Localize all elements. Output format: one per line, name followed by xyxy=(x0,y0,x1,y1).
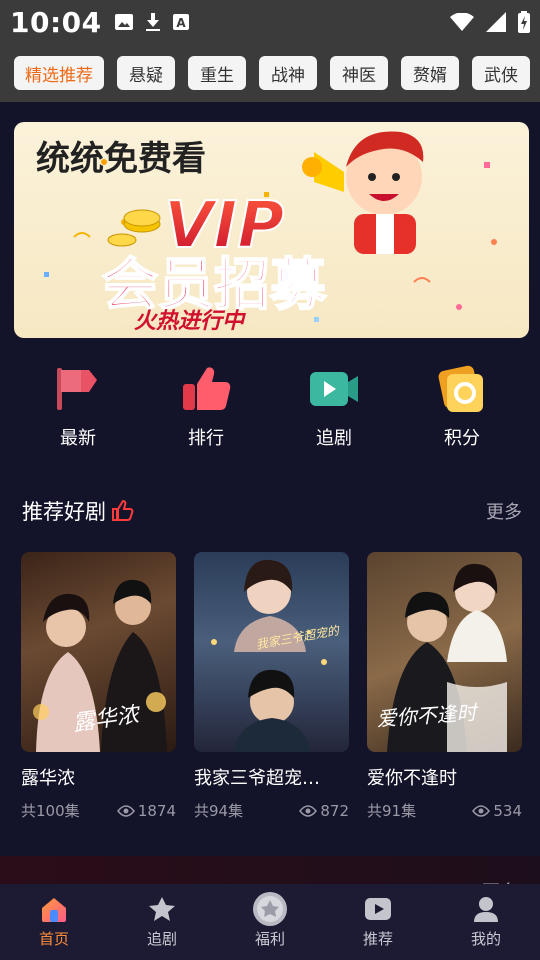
translate-icon: A xyxy=(172,14,189,30)
drama-poster[interactable]: 爱你不逢时 xyxy=(367,552,522,752)
tab-profile-label: 我的 xyxy=(470,930,501,948)
drama-title: 我家三爷超宠… xyxy=(194,768,320,789)
recommend-header: 推荐好剧 更多 xyxy=(22,496,522,526)
feature-latest-label: 最新 xyxy=(60,428,96,449)
eye-icon xyxy=(116,804,135,817)
feature-shortcuts: 最新 排行 追剧 积分 xyxy=(0,362,540,462)
episode-count: 共91集 xyxy=(367,802,417,820)
video-icon xyxy=(310,372,358,406)
signal-icon xyxy=(486,12,506,32)
battery-icon xyxy=(518,11,530,33)
coin-icon xyxy=(438,365,483,412)
feature-follow-label: 追剧 xyxy=(316,428,352,449)
mascot-illustration xyxy=(302,131,424,254)
hot-ranking-section: 热播排行 更多 xyxy=(0,856,540,886)
status-time: 10:04 xyxy=(10,5,102,39)
feature-latest[interactable]: 最新 xyxy=(14,362,142,462)
feature-points-label: 积分 xyxy=(444,428,480,449)
flag-icon xyxy=(57,368,97,410)
view-count: 534 xyxy=(493,801,522,820)
coins-icon xyxy=(107,209,161,247)
drama-card[interactable]: 露华浓 露华浓 共100集 1874 xyxy=(21,552,176,821)
drama-card[interactable]: 爱你不逢时 爱你不逢时 共91集 534 xyxy=(367,552,522,821)
vip-banner[interactable]: 统统免费看 VIP 会员招募 火热进行中 xyxy=(14,122,529,338)
bottom-tab-bar: 首页 追剧 福利 推荐 我的 xyxy=(0,884,540,960)
svg-text:A: A xyxy=(176,16,186,30)
view-count: 872 xyxy=(320,801,349,820)
status-bar: 10:04 A xyxy=(0,0,540,44)
feature-ranking[interactable]: 排行 xyxy=(142,362,270,462)
banner-vip: VIP xyxy=(164,189,284,263)
eye-icon xyxy=(472,804,491,817)
tab-home[interactable]: 首页 xyxy=(0,884,108,960)
view-count: 1874 xyxy=(137,801,176,820)
category-chip-recommended[interactable]: 精选推荐 xyxy=(14,56,104,90)
tab-profile[interactable]: 我的 xyxy=(432,884,540,960)
episode-count: 共100集 xyxy=(21,802,80,820)
category-chip-rebirth[interactable]: 重生 xyxy=(188,56,246,90)
category-chip-son-in-law[interactable]: 赘婿 xyxy=(401,56,459,90)
gift-icon xyxy=(253,892,287,926)
tab-home-label: 首页 xyxy=(38,930,69,948)
user-icon xyxy=(474,897,498,922)
feature-points[interactable]: 积分 xyxy=(398,362,526,462)
drama-poster[interactable]: 露华浓 xyxy=(21,552,176,752)
category-chip-miracle-doctor[interactable]: 神医 xyxy=(330,56,388,90)
play-icon xyxy=(365,898,391,920)
drama-title: 露华浓 xyxy=(21,768,75,789)
tab-welfare[interactable]: 福利 xyxy=(216,884,324,960)
thumbs-up-icon xyxy=(183,367,231,410)
drama-card[interactable]: 我家三爷超宠的 我家三爷超宠… 共94集 872 xyxy=(194,552,349,821)
tab-recommend[interactable]: 推荐 xyxy=(324,884,432,960)
section-title: 推荐好剧 xyxy=(22,500,106,524)
wifi-icon xyxy=(450,13,474,31)
tab-recommend-label: 推荐 xyxy=(362,930,393,948)
tab-welfare-label: 福利 xyxy=(254,930,285,948)
star-icon xyxy=(149,897,175,921)
image-icon xyxy=(114,14,133,30)
banner-line3: 火热进行中 xyxy=(134,309,246,334)
recommend-list: 露华浓 露华浓 共100集 1874 我家三爷超宠的 我家三爷超宠… 共94集 … xyxy=(21,552,522,821)
drama-title: 爱你不逢时 xyxy=(367,768,457,789)
feature-ranking-label: 排行 xyxy=(188,428,224,449)
more-link[interactable]: 更多 xyxy=(486,498,522,524)
tab-follow[interactable]: 追剧 xyxy=(108,884,216,960)
tab-follow-label: 追剧 xyxy=(146,930,177,948)
episode-count: 共94集 xyxy=(194,802,244,820)
category-chip-suspense[interactable]: 悬疑 xyxy=(117,56,175,90)
thumbs-up-outline-icon xyxy=(112,499,134,521)
banner-line1: 统统免费看 xyxy=(36,139,206,179)
eye-icon xyxy=(299,804,318,817)
category-chip-wuxia[interactable]: 武侠 xyxy=(472,56,530,90)
banner-art: 统统免费看 VIP 会员招募 火热进行中 xyxy=(36,131,497,334)
drama-poster[interactable]: 我家三爷超宠的 xyxy=(194,552,349,752)
category-chip-war-god[interactable]: 战神 xyxy=(259,56,317,90)
category-bar: 精选推荐 悬疑 重生 战神 神医 赘婿 武侠 xyxy=(0,44,540,102)
feature-follow[interactable]: 追剧 xyxy=(270,362,398,462)
home-icon xyxy=(42,898,66,922)
download-icon xyxy=(145,13,160,31)
